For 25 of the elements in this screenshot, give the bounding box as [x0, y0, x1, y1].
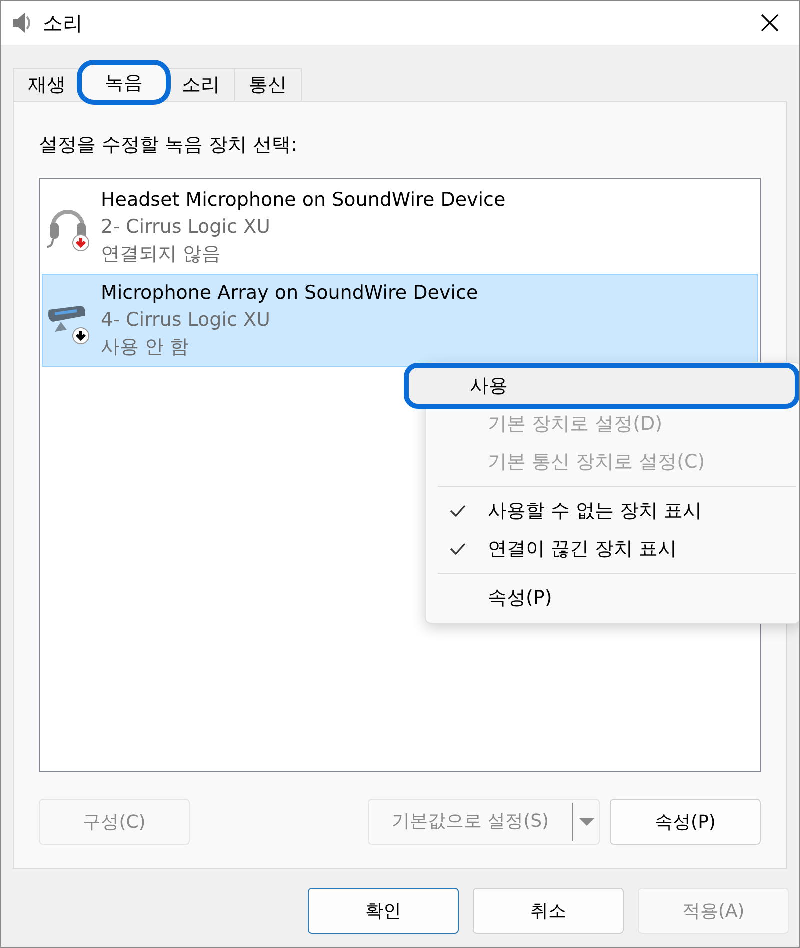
- device-status: 사용 안 함: [101, 335, 190, 360]
- device-name: Microphone Array on SoundWire Device: [101, 281, 478, 306]
- menu-item[interactable]: 사용할 수 없는 장치 표시: [430, 492, 796, 530]
- device-name: Headset Microphone on SoundWire Device: [101, 188, 506, 213]
- tab[interactable]: 재생: [13, 68, 81, 101]
- menu-item[interactable]: 연결이 끊긴 장치 표시: [430, 530, 796, 568]
- tab[interactable]: 통신: [234, 68, 302, 101]
- device-status: 연결되지 않음: [101, 242, 222, 267]
- check-icon: [450, 505, 466, 517]
- device-driver: 4- Cirrus Logic XU: [101, 308, 272, 333]
- tab[interactable]: 소리: [167, 68, 235, 101]
- check-icon: [450, 543, 466, 555]
- menu-item[interactable]: 속성(P): [430, 579, 796, 617]
- device-prompt: 설정을 수정할 녹음 장치 선택:: [39, 133, 298, 158]
- dialog-button[interactable]: 취소: [473, 888, 624, 934]
- device-driver: 2- Cirrus Logic XU: [101, 215, 272, 240]
- menu-item[interactable]: 사용: [408, 367, 796, 405]
- device-item[interactable]: Microphone Array on SoundWire Device 4- Cirrus Logic XU 사용 안 함: [42, 274, 758, 367]
- tab[interactable]: 녹음: [80, 63, 168, 102]
- window-title: 소리: [43, 10, 84, 36]
- caret-icon: [579, 817, 595, 827]
- device-item[interactable]: Headset Microphone on SoundWire Device 2- Cirrus Logic XU 연결되지 않음: [42, 181, 758, 274]
- speaker-icon: [11, 11, 33, 35]
- properties-button[interactable]: 속성(P): [610, 799, 761, 845]
- dialog-button[interactable]: 확인: [308, 888, 459, 934]
